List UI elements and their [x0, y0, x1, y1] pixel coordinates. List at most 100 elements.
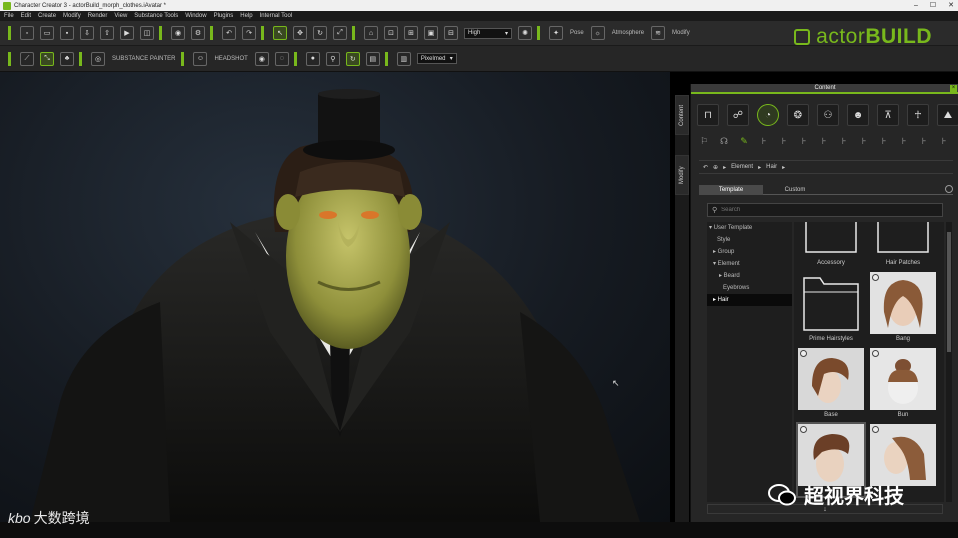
texture-icon[interactable]: ▤ — [365, 51, 380, 66]
save-icon[interactable]: ▪ — [60, 26, 74, 40]
toolbar-grip[interactable] — [8, 26, 11, 40]
character-category-icon[interactable]: ☍ — [727, 104, 749, 126]
edit-mesh-icon[interactable]: ⤡ — [40, 51, 54, 66]
search-input[interactable] — [721, 207, 922, 213]
tile-prime-hairstyles[interactable]: Prime Hairstyles — [798, 272, 864, 344]
fit-icon[interactable]: ⊡ — [384, 26, 398, 40]
tab-modify[interactable]: Modify — [675, 155, 689, 195]
head-category-icon[interactable]: ☻ — [847, 104, 869, 126]
media-icon[interactable]: ▶ — [120, 26, 134, 40]
toolbar-grip[interactable] — [352, 26, 355, 40]
viewport-icon[interactable]: ▥ — [396, 51, 411, 66]
modify-icon[interactable]: ≋ — [651, 26, 666, 40]
close-button[interactable]: ✕ — [948, 0, 954, 11]
sub-item-icon[interactable]: ⊦ — [877, 134, 891, 148]
quality-select[interactable]: High ▾ — [464, 27, 512, 39]
toolbar-grip[interactable] — [537, 26, 540, 40]
tile-bun[interactable]: Bun — [870, 348, 936, 420]
tab-template[interactable]: Template — [699, 185, 763, 195]
sub-item-icon[interactable]: ⊦ — [937, 134, 951, 148]
new-file-icon[interactable]: ▫ — [20, 26, 34, 40]
material-category-icon[interactable]: ❂ — [787, 104, 809, 126]
sub-item-icon[interactable]: ⊦ — [857, 134, 871, 148]
atmosphere-icon[interactable]: ☼ — [590, 26, 605, 40]
breadcrumb-hair[interactable]: Hair — [766, 164, 777, 170]
export-fbx-icon[interactable]: ◫ — [140, 26, 154, 40]
select-cursor-icon[interactable]: ↖ — [273, 26, 287, 40]
substance-painter-label[interactable]: SUBSTANCE PAINTER — [112, 56, 175, 62]
tab-content[interactable]: Content — [675, 95, 689, 135]
tree-item-style[interactable]: Style — [707, 234, 792, 246]
refresh-icon[interactable]: ↻ — [345, 51, 360, 66]
tree-item-group[interactable]: ▸ Group — [707, 246, 792, 258]
open-folder-icon[interactable]: ▭ — [40, 26, 54, 40]
tree-item-eyebrows[interactable]: Eyebrows — [707, 282, 792, 294]
breadcrumb-element[interactable]: Element — [731, 164, 753, 170]
toolbar-grip[interactable] — [8, 51, 11, 66]
light-icon[interactable]: ✺ — [518, 26, 532, 40]
head-icon[interactable]: ● — [305, 51, 320, 66]
camera-icon[interactable]: ◉ — [171, 26, 185, 40]
hair-category-icon[interactable]: ◔ — [757, 104, 779, 126]
sub-item-icon[interactable]: ⊦ — [817, 134, 831, 148]
shading-select[interactable]: Pixelmed ▾ — [416, 53, 457, 64]
tree-item-user-template[interactable]: ▾ User Template — [707, 222, 792, 234]
stage-category-icon[interactable]: ⛰ — [937, 104, 958, 126]
rotate-icon[interactable]: ↻ — [313, 26, 327, 40]
pose-category-icon[interactable]: ☥ — [907, 104, 929, 126]
toolbar-grip[interactable] — [181, 51, 185, 66]
scene-category-icon[interactable]: ⊓ — [697, 104, 719, 126]
screenshot-icon[interactable]: ▣ — [424, 26, 438, 40]
menu-substance-tools[interactable]: Substance Tools — [134, 13, 178, 19]
scale-icon[interactable]: ⤢ — [333, 26, 347, 40]
tree-item-hair[interactable]: ▸ Hair — [707, 294, 792, 306]
sub-item-icon[interactable]: ⊦ — [757, 134, 771, 148]
sub-item-icon[interactable]: ⊦ — [917, 134, 931, 148]
export-icon[interactable]: ⇧ — [100, 26, 114, 40]
sub-item-icon[interactable]: ⊦ — [777, 134, 791, 148]
sub-hair-icon[interactable]: ✎ — [737, 134, 751, 148]
grid-scrollbar[interactable] — [946, 222, 952, 502]
undo-icon[interactable]: ↶ — [222, 26, 236, 40]
headshot-icon[interactable]: ☺ — [193, 51, 208, 66]
headshot-label[interactable]: HEADSHOT — [214, 56, 247, 62]
pose-label[interactable]: Pose — [570, 30, 584, 36]
3d-viewport[interactable]: ↖ — [0, 72, 670, 522]
render-icon[interactable]: ⚙ — [191, 26, 205, 40]
sub-item-icon[interactable]: ⊦ — [897, 134, 911, 148]
body-category-icon[interactable]: ⚇ — [817, 104, 839, 126]
menu-edit[interactable]: Edit — [21, 13, 31, 19]
tile-hair-patches[interactable]: Hair Patches — [870, 222, 936, 268]
menu-create[interactable]: Create — [38, 13, 56, 19]
move-icon[interactable]: ✥ — [293, 26, 307, 40]
toolbar-grip[interactable] — [159, 26, 162, 40]
maximize-button[interactable]: ☐ — [930, 0, 936, 11]
menu-view[interactable]: View — [114, 13, 127, 19]
zoom-icon[interactable]: ⊞ — [404, 26, 418, 40]
tree-item-beard[interactable]: ▸ Beard — [707, 270, 792, 282]
globe-icon[interactable]: ⊕ — [713, 164, 718, 171]
minimize-button[interactable]: – — [914, 0, 918, 11]
sub-item-icon[interactable]: ☊ — [717, 134, 731, 148]
menu-window[interactable]: Window — [185, 13, 206, 19]
atmosphere-label[interactable]: Atmosphere — [612, 30, 644, 36]
menu-help[interactable]: Help — [240, 13, 252, 19]
sub-item-icon[interactable]: ⚐ — [697, 134, 711, 148]
import-icon[interactable]: ⇩ — [80, 26, 94, 40]
morph-icon[interactable]: ⟋ — [20, 51, 34, 66]
menu-modify[interactable]: Modify — [63, 13, 81, 19]
sub-item-icon[interactable]: ⊦ — [837, 134, 851, 148]
frame-icon[interactable]: ⊟ — [444, 26, 458, 40]
redo-icon[interactable]: ↷ — [242, 26, 256, 40]
tile-base[interactable]: Base — [798, 348, 864, 420]
props-category-icon[interactable]: ⊼ — [877, 104, 899, 126]
scrollbar-thumb[interactable] — [947, 232, 951, 352]
toolbar-grip[interactable] — [79, 51, 82, 66]
search-zoom-icon[interactable]: ⚲ — [325, 51, 340, 66]
modify-label[interactable]: Modify — [672, 30, 690, 36]
menu-internal-tool[interactable]: Internal Tool — [260, 13, 293, 19]
options-icon[interactable] — [945, 185, 953, 193]
home-icon[interactable]: ⌂ — [364, 26, 378, 40]
toolbar-grip[interactable] — [293, 51, 297, 66]
face-tools-icon[interactable]: ◌ — [274, 51, 289, 66]
